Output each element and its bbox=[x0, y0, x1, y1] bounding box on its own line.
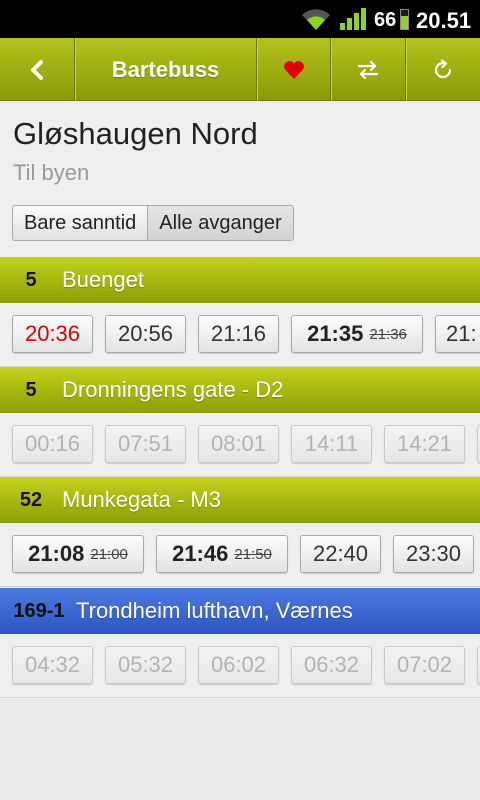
departure-button[interactable]: 07:51 bbox=[105, 425, 186, 463]
scheduled-time: 21:00 bbox=[90, 545, 128, 563]
empty-area bbox=[0, 699, 480, 800]
favorite-button[interactable] bbox=[256, 38, 330, 101]
scheduled-time: 21:50 bbox=[234, 545, 272, 563]
realtime-time: 21:35 bbox=[307, 321, 364, 346]
wifi-icon bbox=[302, 9, 330, 31]
route-number: 5 bbox=[25, 268, 37, 291]
departure-filter-toggle: Bare sanntid Alle avganger bbox=[12, 205, 294, 241]
route-destination: Dronningens gate - D2 bbox=[62, 377, 284, 402]
heart-icon bbox=[283, 60, 304, 79]
clock: 20.51 bbox=[416, 8, 472, 33]
scheduled-time: 21:36 bbox=[369, 325, 407, 343]
departure-button[interactable]: 05:32 bbox=[105, 646, 186, 684]
app-title: Bartebuss bbox=[74, 38, 256, 101]
route-header: 169-1 Trondheim lufthavn, Værnes bbox=[0, 588, 480, 634]
departure-button[interactable]: 23:30 bbox=[393, 535, 474, 573]
realtime-time: 21:46 bbox=[172, 541, 229, 566]
stop-direction: Til byen bbox=[13, 160, 90, 185]
battery-level: 66 bbox=[374, 9, 397, 31]
departure-button[interactable]: 00:16 bbox=[12, 425, 93, 463]
departure-button[interactable]: 14:11 bbox=[291, 425, 372, 463]
departure-button[interactable]: 08:01 bbox=[198, 425, 279, 463]
departure-row: 21:08 21:00 21:46 21:50 22:40 23:30 bbox=[0, 523, 480, 587]
departure-button[interactable]: 07:02 bbox=[384, 646, 465, 684]
departure-button[interactable]: 22:40 bbox=[300, 535, 381, 573]
route-header: 5 Dronningens gate - D2 bbox=[0, 367, 480, 413]
departure-button[interactable]: 21:08 21:00 bbox=[12, 535, 144, 573]
refresh-icon bbox=[434, 58, 452, 78]
departure-button[interactable]: 14:21 bbox=[384, 425, 465, 463]
route-destination: Buenget bbox=[62, 267, 144, 292]
back-icon bbox=[31, 59, 43, 80]
swap-icon bbox=[357, 60, 379, 79]
departure-button[interactable]: 06:32 bbox=[291, 646, 372, 684]
departure-button[interactable]: 06:02 bbox=[198, 646, 279, 684]
signal-icon bbox=[340, 8, 366, 30]
route-number: 169-1 bbox=[13, 599, 65, 622]
departure-button[interactable]: 20:56 bbox=[105, 315, 186, 353]
stop-name: Gløshaugen Nord bbox=[13, 116, 258, 151]
filter-all-departures[interactable]: Alle avganger bbox=[147, 206, 293, 240]
status-bar: 66 20.51 bbox=[0, 0, 480, 38]
refresh-button[interactable] bbox=[405, 38, 480, 101]
departure-button[interactable]: 20:36 bbox=[12, 315, 93, 353]
departure-row: 00:16 07:51 08:01 14:11 14:21 bbox=[0, 413, 480, 477]
route-header: 5 Buenget bbox=[0, 257, 480, 303]
realtime-time: 21:08 bbox=[28, 541, 85, 566]
departure-button[interactable]: 21:16 bbox=[198, 315, 279, 353]
route-header: 52 Munkegata - M3 bbox=[0, 477, 480, 523]
route-number: 5 bbox=[25, 378, 37, 401]
battery-icon bbox=[400, 9, 409, 30]
departure-button[interactable]: 21: bbox=[435, 315, 480, 353]
swap-direction-button[interactable] bbox=[330, 38, 405, 101]
departure-row: 20:36 20:56 21:16 21:35 21:36 21: bbox=[0, 303, 480, 367]
route-destination: Munkegata - M3 bbox=[62, 487, 221, 512]
route-destination: Trondheim lufthavn, Værnes bbox=[76, 598, 353, 623]
departure-row: 04:32 05:32 06:02 06:32 07:02 bbox=[0, 634, 480, 698]
route-number: 52 bbox=[19, 488, 43, 511]
departure-button[interactable]: 21:35 21:36 bbox=[291, 315, 423, 353]
back-button[interactable] bbox=[0, 38, 74, 101]
action-bar: Bartebuss bbox=[0, 38, 480, 101]
departure-button[interactable]: 04:32 bbox=[12, 646, 93, 684]
departure-button[interactable]: 21:46 21:50 bbox=[156, 535, 288, 573]
filter-realtime-only[interactable]: Bare sanntid bbox=[13, 206, 148, 240]
